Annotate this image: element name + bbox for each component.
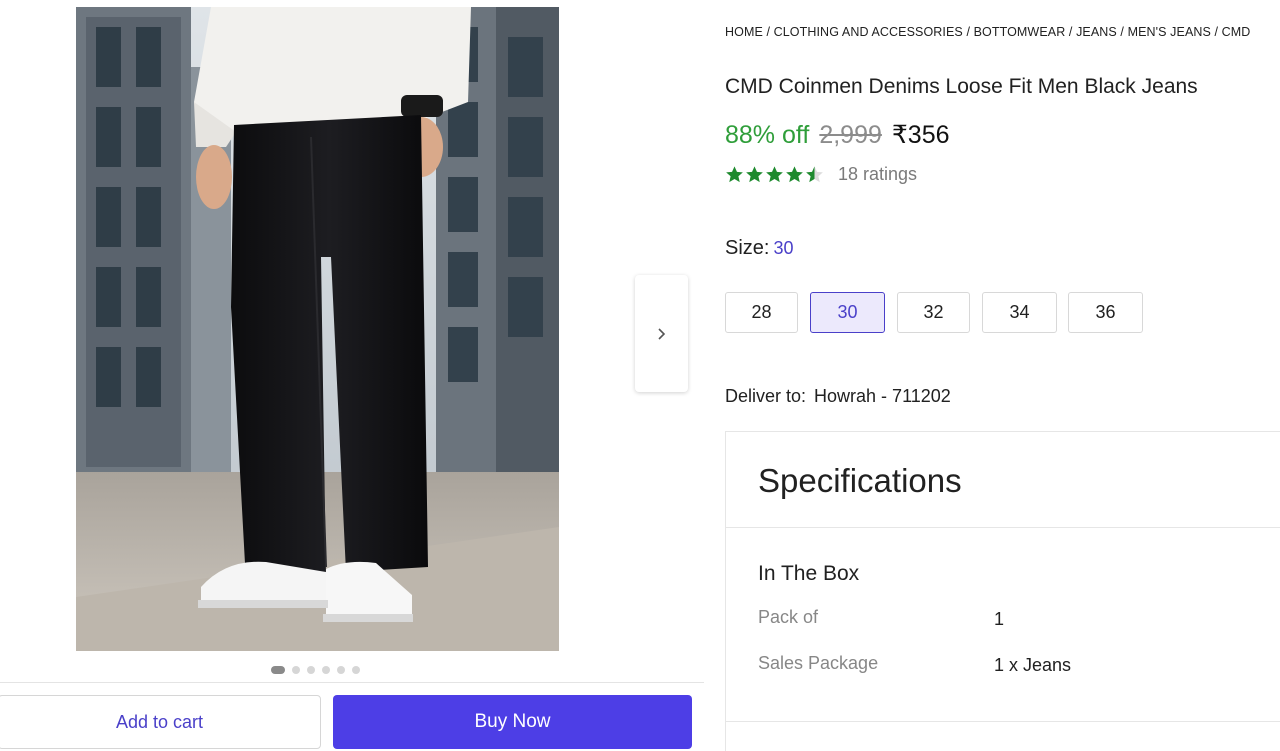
carousel-dot[interactable] [271, 666, 285, 674]
spec-value: 1 x Jeans [994, 655, 1072, 675]
size-option-30[interactable]: 30 [810, 292, 885, 333]
specifications-title: Specifications [758, 462, 962, 499]
price-row: 88% off 2,999 ₹356 [725, 120, 950, 150]
breadcrumb-item[interactable]: CMD [1222, 25, 1251, 39]
size-label: Size: 30 [725, 237, 794, 260]
chevron-right-icon [657, 327, 665, 340]
delivery-location[interactable]: Deliver to: Howrah - 711202 [725, 386, 951, 407]
spec-value: 1 [994, 609, 1005, 629]
sale-price: ₹356 [891, 121, 950, 149]
action-bar: Add to cart Buy Now [0, 682, 704, 751]
rating-stars [725, 165, 824, 184]
star-icon [746, 166, 763, 183]
breadcrumb-item[interactable]: BOTTOMWEAR [974, 25, 1066, 39]
breadcrumb-item[interactable]: CLOTHING AND ACCESSORIES [774, 25, 963, 39]
discount-percent: 88% off [725, 121, 810, 149]
carousel-dot[interactable] [322, 666, 330, 674]
deliver-to-label: Deliver to: [725, 386, 807, 406]
breadcrumb-item[interactable]: MEN'S JEANS [1128, 25, 1211, 39]
star-icon [766, 166, 783, 183]
product-title: CMD Coinmen Denims Loose Fit Men Black J… [725, 75, 1198, 98]
size-option-34[interactable]: 34 [982, 292, 1057, 333]
carousel-dot[interactable] [337, 666, 345, 674]
divider [726, 527, 1280, 528]
rating-row: 18 ratings [725, 164, 917, 185]
delivery-pincode: Howrah - 711202 [814, 386, 951, 406]
star-icon [806, 166, 823, 183]
product-image[interactable] [76, 7, 559, 651]
size-option-36[interactable]: 36 [1068, 292, 1143, 333]
spec-key: Sales Package [758, 653, 879, 673]
carousel-dots [271, 666, 360, 674]
breadcrumb-item[interactable]: HOME [725, 25, 763, 39]
next-image-button[interactable] [635, 275, 688, 392]
spec-section-title: In The Box [758, 562, 860, 585]
add-to-cart-button[interactable]: Add to cart [0, 695, 321, 749]
buy-now-button[interactable]: Buy Now [333, 695, 692, 749]
carousel-dot[interactable] [292, 666, 300, 674]
ratings-count[interactable]: 18 ratings [838, 164, 917, 185]
size-option-28[interactable]: 28 [725, 292, 798, 333]
star-icon [726, 166, 743, 183]
selected-size-value: 30 [773, 238, 794, 258]
size-option-32[interactable]: 32 [897, 292, 970, 333]
breadcrumb: HOME / CLOTHING AND ACCESSORIES / BOTTOM… [725, 25, 1251, 39]
carousel-dot[interactable] [352, 666, 360, 674]
divider [726, 721, 1280, 722]
star-icon [786, 166, 803, 183]
carousel-dot[interactable] [307, 666, 315, 674]
spec-key: Pack of [758, 607, 819, 627]
size-label-text: Size: [725, 237, 770, 259]
specifications-card: Specifications In The Box Pack of 1 Sale… [725, 431, 1280, 751]
breadcrumb-item[interactable]: JEANS [1076, 25, 1117, 39]
product-photo [76, 7, 559, 651]
original-price: 2,999 [819, 121, 882, 149]
